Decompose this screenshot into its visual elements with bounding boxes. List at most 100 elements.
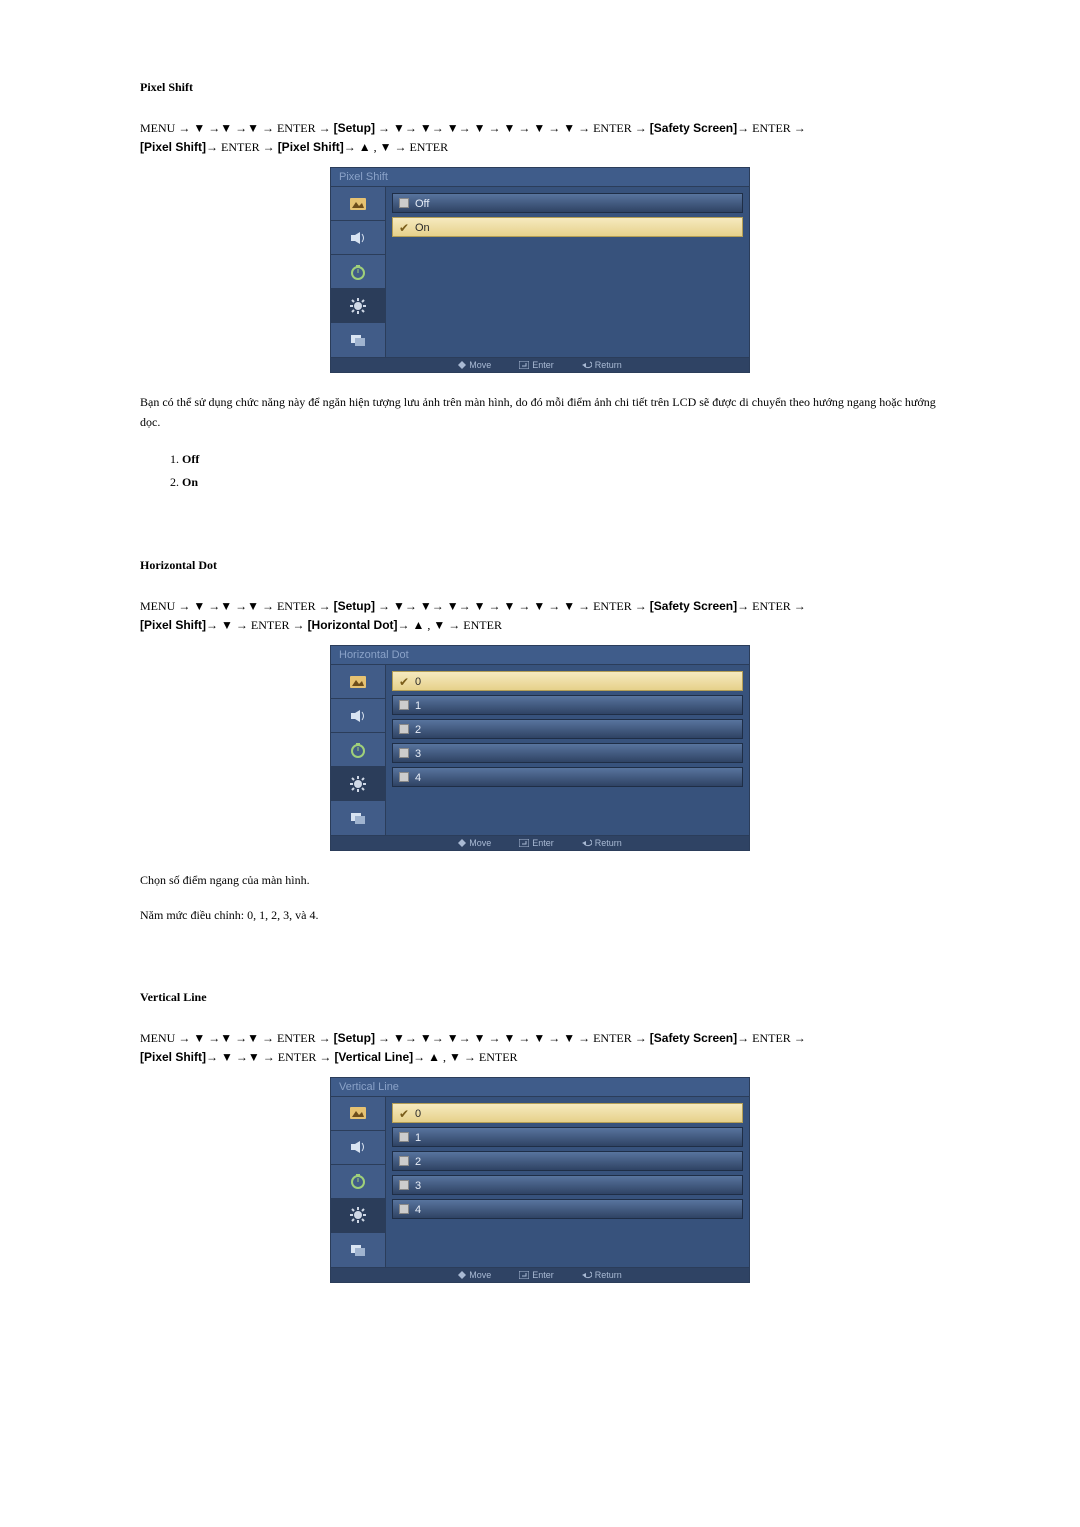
sidebar-icon-sound[interactable]	[331, 1131, 385, 1165]
nav-fragment-bold: [Safety Screen]	[650, 599, 737, 613]
nav-fragment: → ▼ →▼ → ENTER →	[206, 1050, 334, 1064]
osd-footer: Move Enter Return	[330, 1268, 750, 1283]
sidebar-icon-multi[interactable]	[331, 801, 385, 835]
footer-enter: Enter	[519, 838, 554, 848]
sidebar-icon-sound[interactable]	[331, 221, 385, 255]
sidebar-icon-multi[interactable]	[331, 1233, 385, 1267]
nav-path-pixel-shift: MENU → ▼ →▼ →▼ → ENTER → [Setup] → ▼→ ▼→…	[140, 119, 940, 157]
nav-fragment-bold: [Setup]	[334, 599, 375, 613]
option-label: Off	[415, 198, 429, 210]
desc-horizontal-dot-1: Chọn số điểm ngang của màn hình.	[140, 871, 940, 890]
osd-menu-pixel-shift: Pixel Shift Off ✔On Move Enter Return	[330, 167, 750, 373]
nav-fragment-bold: [Setup]	[334, 121, 375, 135]
nav-fragment: MENU → ▼ →▼ →▼ → ENTER →	[140, 599, 334, 613]
section-title-horizontal-dot: Horizontal Dot	[140, 558, 940, 573]
footer-move: Move	[458, 1270, 491, 1280]
option-label: 4	[415, 772, 421, 784]
desc-pixel-shift: Bạn có thể sử dụng chức năng này để ngăn…	[140, 393, 940, 431]
option-label: 0	[415, 1108, 421, 1120]
sidebar-icon-sound[interactable]	[331, 699, 385, 733]
osd-option-0[interactable]: ✔0	[392, 671, 743, 691]
sidebar-icon-timer[interactable]	[331, 733, 385, 767]
nav-fragment: → ENTER →	[737, 599, 806, 613]
nav-fragment-bold: [Vertical Line]	[334, 1050, 413, 1064]
osd-option-2[interactable]: 2	[392, 1151, 743, 1171]
footer-move: Move	[458, 360, 491, 370]
osd-content: ✔0 1 2 3 4	[386, 1097, 750, 1268]
osd-option-on[interactable]: ✔On	[392, 217, 743, 237]
nav-fragment: → ▲ , ▼ → ENTER	[344, 140, 448, 154]
osd-option-off[interactable]: Off	[392, 193, 743, 213]
nav-fragment: → ▲ , ▼ → ENTER	[398, 618, 502, 632]
footer-return: Return	[582, 360, 622, 370]
nav-fragment-bold: [Pixel Shift]	[140, 140, 206, 154]
sidebar-icon-timer[interactable]	[331, 255, 385, 289]
nav-fragment: → ▼→ ▼→ ▼→ ▼ → ▼ → ▼ → ▼ → ENTER →	[375, 599, 650, 613]
nav-fragment-bold: [Horizontal Dot]	[308, 618, 398, 632]
osd-content: Off ✔On	[386, 187, 750, 358]
osd-option-3[interactable]: 3	[392, 743, 743, 763]
sidebar-icon-setup[interactable]	[331, 289, 385, 323]
desc-horizontal-dot-2: Năm mức điều chỉnh: 0, 1, 2, 3, và 4.	[140, 906, 940, 925]
osd-footer: Move Enter Return	[330, 358, 750, 373]
nav-path-horizontal-dot: MENU → ▼ →▼ →▼ → ENTER → [Setup] → ▼→ ▼→…	[140, 597, 940, 635]
osd-option-4[interactable]: 4	[392, 1199, 743, 1219]
option-label: On	[415, 222, 430, 234]
nav-fragment-bold: [Pixel Shift]	[140, 618, 206, 632]
nav-fragment: → ENTER →	[737, 121, 806, 135]
osd-sidebar	[330, 665, 386, 836]
footer-enter: Enter	[519, 1270, 554, 1280]
osd-title: Horizontal Dot	[330, 645, 750, 665]
sidebar-icon-picture[interactable]	[331, 187, 385, 221]
nav-fragment: → ENTER →	[737, 1031, 806, 1045]
osd-title: Pixel Shift	[330, 167, 750, 187]
osd-sidebar	[330, 187, 386, 358]
nav-fragment: → ▼→ ▼→ ▼→ ▼ → ▼ → ▼ → ▼ → ENTER →	[375, 1031, 650, 1045]
sidebar-icon-picture[interactable]	[331, 1097, 385, 1131]
osd-footer: Move Enter Return	[330, 836, 750, 851]
option-label: 1	[415, 700, 421, 712]
section-title-vertical-line: Vertical Line	[140, 990, 940, 1005]
osd-sidebar	[330, 1097, 386, 1268]
option-list-pixel-shift: Off On	[140, 448, 940, 494]
footer-return: Return	[582, 1270, 622, 1280]
sidebar-icon-setup[interactable]	[331, 1199, 385, 1233]
option-label: 2	[415, 1156, 421, 1168]
option-label: 3	[415, 748, 421, 760]
nav-fragment-bold: [Pixel Shift]	[140, 1050, 206, 1064]
nav-fragment-bold: [Safety Screen]	[650, 121, 737, 135]
list-item: On	[182, 475, 198, 489]
option-label: 4	[415, 1204, 421, 1216]
osd-option-1[interactable]: 1	[392, 695, 743, 715]
list-item: Off	[182, 452, 199, 466]
nav-fragment: MENU → ▼ →▼ →▼ → ENTER →	[140, 1031, 334, 1045]
sidebar-icon-picture[interactable]	[331, 665, 385, 699]
osd-option-4[interactable]: 4	[392, 767, 743, 787]
osd-option-3[interactable]: 3	[392, 1175, 743, 1195]
osd-content: ✔0 1 2 3 4	[386, 665, 750, 836]
option-label: 0	[415, 676, 421, 688]
osd-option-0[interactable]: ✔0	[392, 1103, 743, 1123]
section-title-pixel-shift: Pixel Shift	[140, 80, 940, 95]
nav-fragment: → ▲ , ▼ → ENTER	[413, 1050, 517, 1064]
nav-path-vertical-line: MENU → ▼ →▼ →▼ → ENTER → [Setup] → ▼→ ▼→…	[140, 1029, 940, 1067]
sidebar-icon-setup[interactable]	[331, 767, 385, 801]
nav-fragment-bold: [Pixel Shift]	[278, 140, 344, 154]
footer-enter: Enter	[519, 360, 554, 370]
option-label: 3	[415, 1180, 421, 1192]
option-label: 1	[415, 1132, 421, 1144]
nav-fragment-bold: [Setup]	[334, 1031, 375, 1045]
sidebar-icon-multi[interactable]	[331, 323, 385, 357]
sidebar-icon-timer[interactable]	[331, 1165, 385, 1199]
osd-title: Vertical Line	[330, 1077, 750, 1097]
osd-menu-horizontal-dot: Horizontal Dot ✔0 1 2 3 4 Move Enter Ret…	[330, 645, 750, 851]
osd-option-2[interactable]: 2	[392, 719, 743, 739]
osd-option-1[interactable]: 1	[392, 1127, 743, 1147]
option-label: 2	[415, 724, 421, 736]
footer-return: Return	[582, 838, 622, 848]
footer-move: Move	[458, 838, 491, 848]
osd-menu-vertical-line: Vertical Line ✔0 1 2 3 4 Move Enter Retu…	[330, 1077, 750, 1283]
nav-fragment: → ▼ → ENTER →	[206, 618, 308, 632]
nav-fragment-bold: [Safety Screen]	[650, 1031, 737, 1045]
nav-fragment: MENU → ▼ →▼ →▼ → ENTER →	[140, 121, 334, 135]
